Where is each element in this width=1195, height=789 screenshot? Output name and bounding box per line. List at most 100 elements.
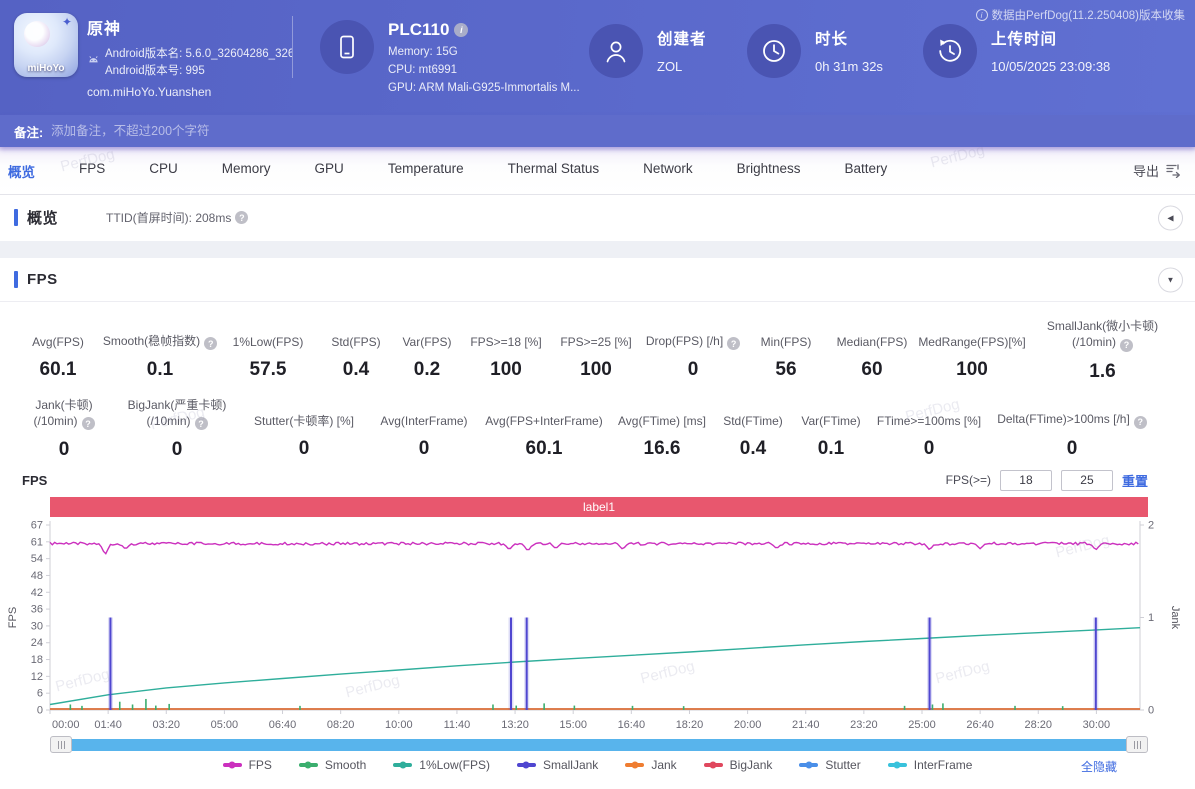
- ttid-help-icon[interactable]: ?: [235, 211, 248, 224]
- help-icon[interactable]: ?: [82, 417, 95, 430]
- app-icon-brand-text: miHoYo: [14, 63, 78, 74]
- device-info-icon[interactable]: i: [454, 23, 468, 37]
- device-cpu: CPU: mt6991: [388, 64, 580, 76]
- svg-text:48: 48: [31, 570, 43, 582]
- fps-line-chart[interactable]: 061218243036424854616701200:0001:4003:20…: [0, 517, 1195, 735]
- tab-GPU[interactable]: GPU: [315, 161, 344, 181]
- tab-Memory[interactable]: Memory: [222, 161, 271, 181]
- tab-Brightness[interactable]: Brightness: [737, 161, 801, 181]
- header: miHoYo 原神 Android版本名: 5.6.0_32604286_326…: [0, 0, 1195, 115]
- scrollbar-track[interactable]: [72, 739, 1126, 751]
- help-icon[interactable]: ?: [195, 417, 208, 430]
- fps-collapse-button[interactable]: ▼: [1158, 267, 1183, 292]
- help-icon[interactable]: ?: [1134, 416, 1147, 429]
- section-accent-bar: [14, 271, 18, 288]
- stat-value: 0: [924, 438, 935, 460]
- stat-FTime>=100ms [%]: FTime>=100ms [%]0: [870, 397, 988, 462]
- tab-FPS[interactable]: FPS: [79, 161, 105, 181]
- note-input[interactable]: [51, 124, 1195, 138]
- clock-icon: [759, 36, 789, 66]
- stat-Avg(FPS+InterFrame): Avg(FPS+InterFrame)60.1: [478, 397, 610, 462]
- legend-Jank[interactable]: Jank: [625, 758, 676, 772]
- svg-text:67: 67: [31, 520, 43, 532]
- hide-all-link[interactable]: 全隐藏: [1081, 758, 1117, 775]
- legend-1%Low(FPS)[interactable]: 1%Low(FPS): [393, 758, 490, 772]
- tab-Battery[interactable]: Battery: [844, 161, 887, 181]
- device-name: PLC110: [388, 20, 449, 40]
- upload-value: 10/05/2025 23:09:38: [991, 59, 1110, 74]
- svg-text:24: 24: [31, 637, 43, 649]
- svg-text:54: 54: [31, 553, 43, 565]
- stat-value: 56: [775, 359, 796, 381]
- svg-text:42: 42: [31, 587, 43, 599]
- svg-text:Jank: Jank: [1169, 606, 1181, 630]
- svg-text:06:40: 06:40: [269, 719, 297, 731]
- duration-block: 时长 0h 31m 32s: [747, 0, 923, 115]
- overview-collapse-button[interactable]: ◀: [1158, 205, 1183, 230]
- stat-value: 0: [419, 438, 430, 460]
- stat-value: 0: [172, 439, 183, 461]
- scrollbar-right-handle[interactable]: [1126, 736, 1148, 753]
- tab-bar: 概览 FPS CPU Memory GPU Temperature Thermal Stat…: [0, 147, 1195, 195]
- fps-section-title: FPS: [27, 271, 58, 288]
- svg-text:6: 6: [37, 688, 43, 700]
- help-icon[interactable]: ?: [1120, 339, 1133, 352]
- legend-Smooth[interactable]: Smooth: [299, 758, 366, 772]
- export-button[interactable]: 导出: [1133, 161, 1181, 180]
- chart-legend: FPS Smooth 1%Low(FPS) SmallJank Jank BigJank S…: [223, 758, 973, 772]
- fps-threshold-input-2[interactable]: [1061, 470, 1113, 491]
- stat-Var(FTime): Var(FTime)0.1: [792, 397, 870, 462]
- tab-CPU[interactable]: CPU: [149, 161, 178, 181]
- tab-Network[interactable]: Network: [643, 161, 693, 181]
- scrollbar-left-handle[interactable]: [50, 736, 72, 753]
- svg-text:18:20: 18:20: [676, 719, 704, 731]
- stat-value: 100: [490, 359, 522, 381]
- upload-circle: [923, 24, 977, 78]
- person-icon: [601, 36, 631, 66]
- svg-text:1: 1: [1148, 612, 1154, 624]
- stat-value: 16.6: [644, 438, 681, 460]
- tab-Thermal Status[interactable]: Thermal Status: [508, 161, 600, 181]
- legend-BigJank[interactable]: BigJank: [704, 758, 773, 772]
- stat-FPS>=25 [%]: FPS>=25 [%]100: [550, 318, 642, 383]
- stat-1%Low(FPS): 1%Low(FPS)57.5: [216, 318, 320, 383]
- legend-marker: [299, 763, 318, 767]
- svg-text:16:40: 16:40: [618, 719, 646, 731]
- legend-InterFrame[interactable]: InterFrame: [888, 758, 973, 772]
- app-icon: miHoYo: [14, 13, 78, 77]
- legend-Stutter[interactable]: Stutter: [799, 758, 860, 772]
- stat-value: 0.4: [740, 438, 766, 460]
- app-package: com.miHoYo.Yuanshen: [87, 85, 292, 99]
- svg-text:28:20: 28:20: [1025, 719, 1053, 731]
- stat-value: 0: [59, 439, 70, 461]
- upload-label: 上传时间: [991, 27, 1110, 49]
- fps-threshold-input-1[interactable]: [1000, 470, 1052, 491]
- creator-label: 创建者: [657, 27, 707, 49]
- device-memory: Memory: 15G: [388, 46, 580, 58]
- overview-section: 概览 TTID(首屏时间): 208ms ? ◀: [0, 195, 1195, 241]
- help-icon[interactable]: ?: [727, 337, 740, 350]
- tab-Temperature[interactable]: Temperature: [388, 161, 464, 181]
- stat-value: 100: [580, 359, 612, 381]
- fps-stats-row2: Jank(卡顿)(/10min)?0BigJank(严重卡顿)(/10min)?…: [0, 397, 1195, 462]
- legend-SmallJank[interactable]: SmallJank: [517, 758, 598, 772]
- stat-value: 60.1: [40, 359, 77, 381]
- fps-stats-row1: Avg(FPS)60.1Smooth(稳帧指数)?0.11%Low(FPS)57…: [0, 318, 1195, 383]
- svg-text:15:00: 15:00: [559, 719, 587, 731]
- legend-marker: [223, 763, 242, 767]
- app-info-block: miHoYo 原神 Android版本名: 5.6.0_32604286_326…: [0, 0, 292, 115]
- stat-Avg(FPS): Avg(FPS)60.1: [12, 318, 104, 383]
- stat-value: 0: [688, 359, 699, 381]
- svg-text:30:00: 30:00: [1083, 719, 1111, 731]
- stat-Drop(FPS) [/h]: Drop(FPS) [/h]?0: [642, 318, 744, 383]
- svg-text:11:40: 11:40: [444, 719, 471, 731]
- legend-FPS[interactable]: FPS: [223, 758, 272, 772]
- reset-link[interactable]: 重置: [1122, 471, 1148, 490]
- stat-value: 0.4: [343, 359, 369, 381]
- export-icon: [1165, 163, 1181, 178]
- fps-chart-title: FPS: [22, 473, 47, 488]
- device-circle: [320, 20, 374, 74]
- svg-text:61: 61: [31, 536, 43, 548]
- tab-概览[interactable]: 概览: [8, 161, 35, 181]
- collect-version-note: i 数据由PerfDog(11.2.250408)版本收集: [976, 7, 1185, 23]
